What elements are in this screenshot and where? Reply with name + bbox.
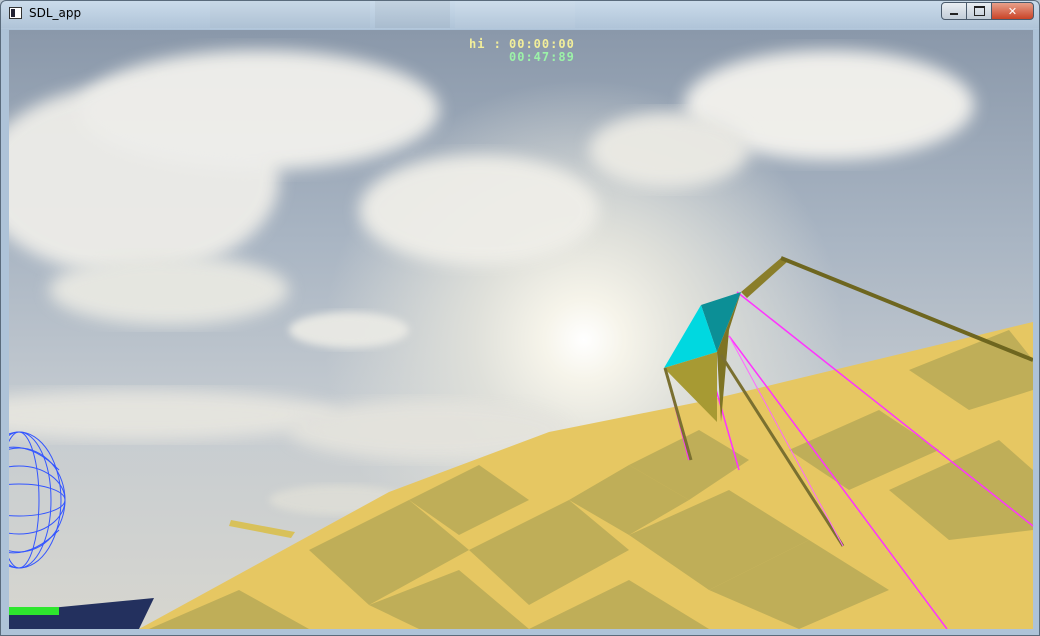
checkered-floor (139, 322, 1033, 629)
title-bar[interactable]: SDL_app ✕ (1, 1, 1040, 27)
maximize-button[interactable] (966, 2, 992, 20)
minimize-button[interactable] (941, 2, 967, 20)
close-button[interactable]: ✕ (991, 2, 1034, 20)
maximize-icon (973, 6, 985, 16)
app-window: SDL_app ✕ hi: 00:00:00 00:47:89 (0, 0, 1040, 636)
app-icon[interactable] (9, 7, 22, 19)
hud-hi-label: hi : (469, 37, 502, 51)
close-icon: ✕ (1007, 4, 1018, 18)
minimize-icon (950, 13, 958, 15)
power-meter-bar (9, 607, 59, 615)
game-scene (9, 50, 1033, 629)
wireframe-object (9, 431, 66, 569)
hud-current-time: 00:47:89 (509, 50, 575, 64)
hud-best-time: 00:00:00 (509, 37, 575, 51)
window-title: SDL_app (29, 6, 82, 20)
floating-plank (229, 520, 295, 538)
game-viewport[interactable]: hi : 00:00:00 00:47:89 (9, 30, 1033, 629)
